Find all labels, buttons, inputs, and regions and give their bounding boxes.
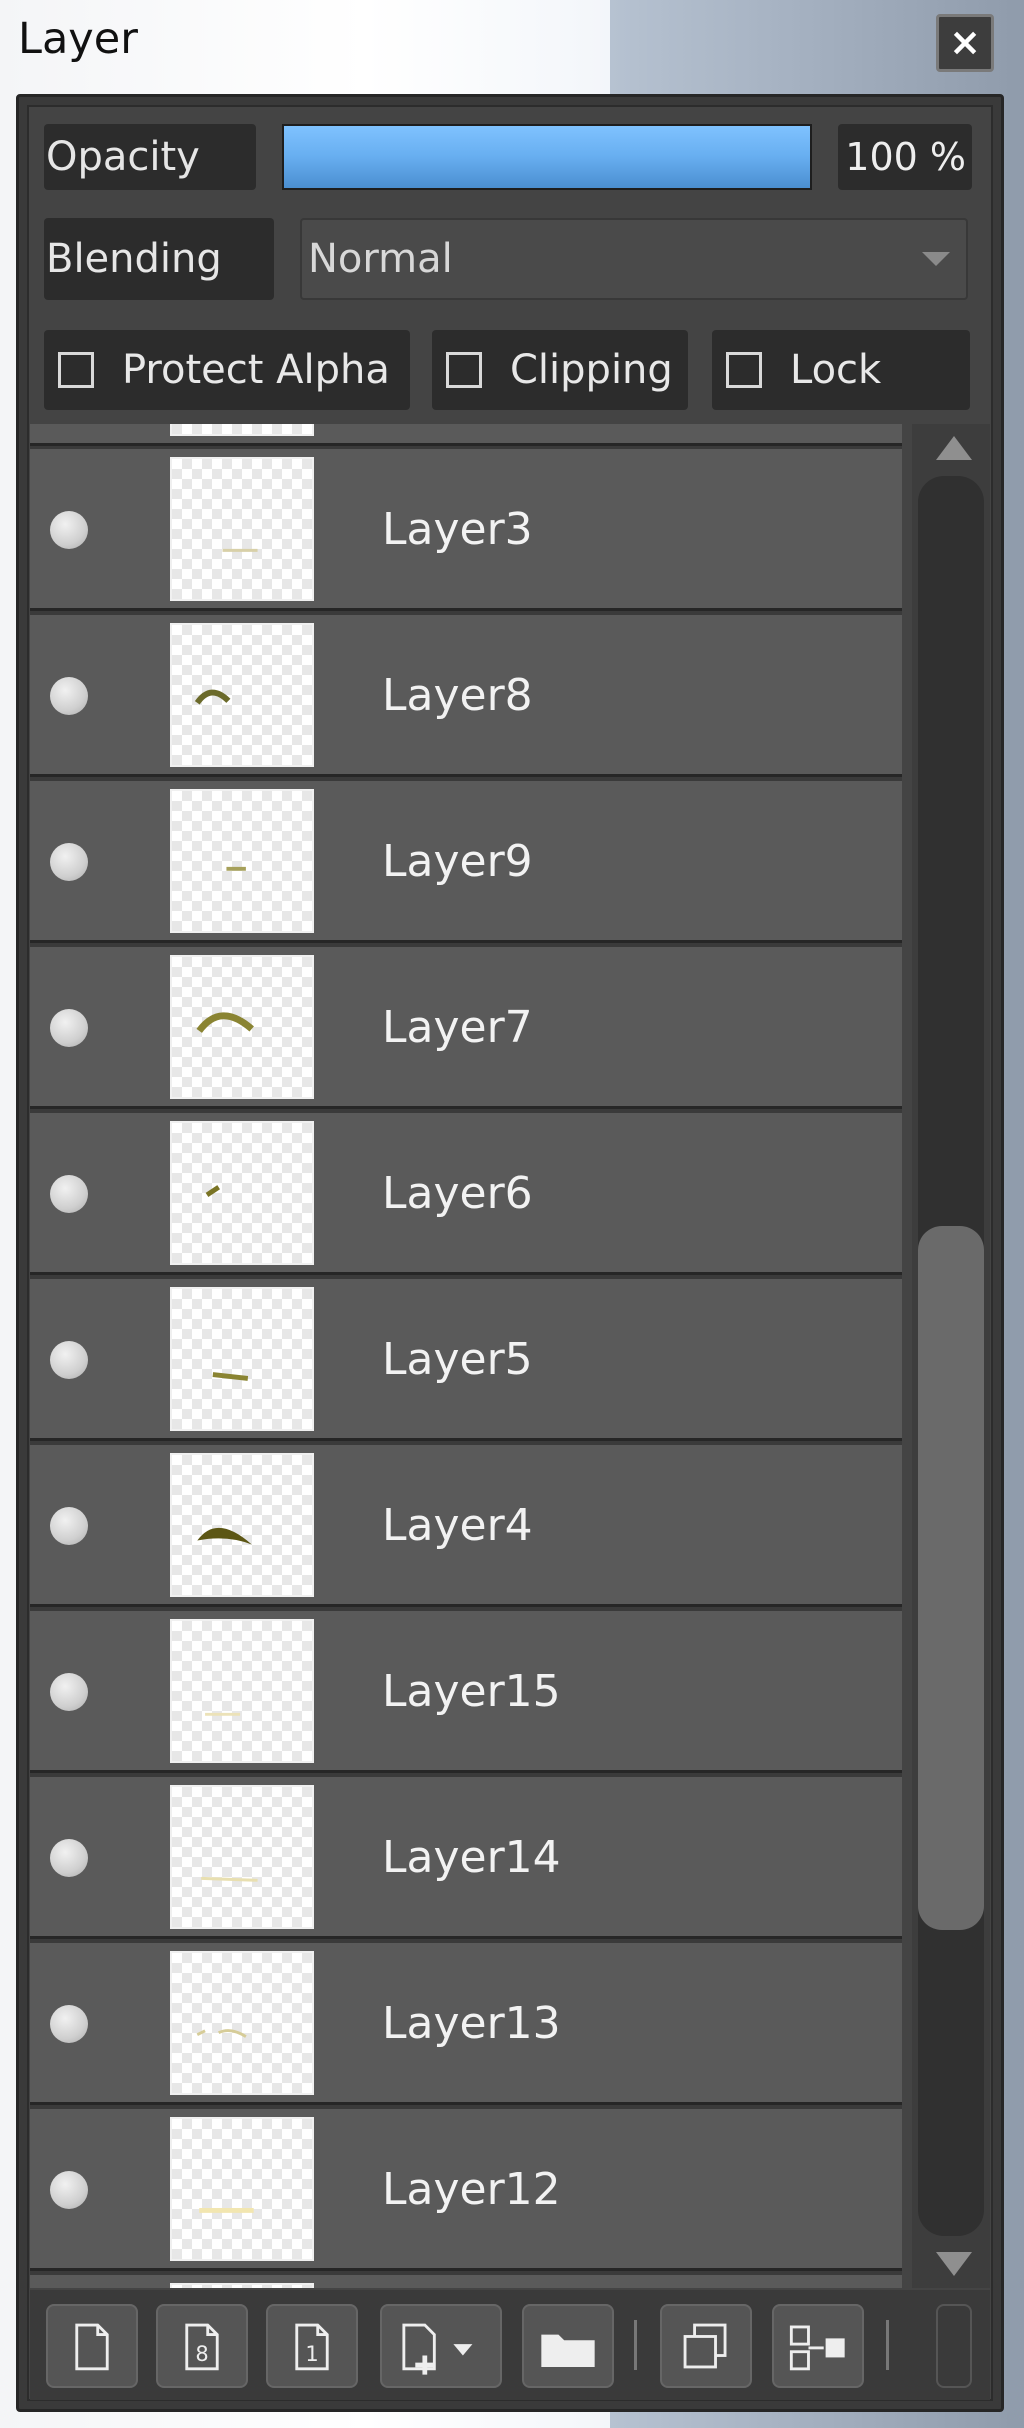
layer-thumbnail <box>170 1453 314 1597</box>
layer-name[interactable]: Layer9 <box>382 781 533 943</box>
blending-select[interactable]: Normal <box>300 218 968 300</box>
window-title: Layer <box>18 14 138 64</box>
new-layer-button[interactable] <box>46 2304 138 2388</box>
folder-icon <box>541 2334 595 2367</box>
layer-row[interactable]: Layer4 <box>30 1445 902 1607</box>
visibility-toggle[interactable] <box>50 1507 88 1545</box>
layer-name[interactable]: Layer8 <box>382 615 533 777</box>
new-8bit-layer-button[interactable]: 8 <box>156 2304 248 2388</box>
new-layer-icon <box>75 2323 109 2371</box>
visibility-toggle[interactable] <box>50 2005 88 2043</box>
layer-name[interactable]: Layer14 <box>382 1777 561 1939</box>
layer-row[interactable]: Layer13 <box>30 1943 902 2105</box>
svg-text:1: 1 <box>305 2342 318 2366</box>
clipping-checkbox[interactable] <box>446 352 482 388</box>
visibility-toggle[interactable] <box>50 677 88 715</box>
clipping-toggle[interactable]: Clipping <box>432 330 688 410</box>
toolbar-separator <box>634 2320 637 2370</box>
layer-row[interactable]: Layer7 <box>30 947 902 1109</box>
protect-alpha-toggle[interactable]: Protect Alpha <box>44 330 410 410</box>
opacity-label: Opacity <box>44 124 256 190</box>
layer-row[interactable]: Layer15 <box>30 1611 902 1773</box>
layer-thumbnail <box>170 424 314 436</box>
layer-thumbnail <box>170 623 314 767</box>
layer-thumbnail <box>170 2283 314 2288</box>
scroll-up-arrow-icon[interactable] <box>936 436 972 460</box>
layer-toolbar: 8 1 <box>30 2290 990 2400</box>
layer-name[interactable]: Layer5 <box>382 1279 533 1441</box>
layer-thumbnail <box>170 1121 314 1265</box>
visibility-toggle[interactable] <box>50 511 88 549</box>
layer-thumbnail <box>170 1619 314 1763</box>
scrollbar-groove[interactable] <box>918 476 984 2236</box>
toolbar-overflow-button[interactable] <box>936 2304 972 2388</box>
layer-name[interactable]: Layer6 <box>382 1113 533 1275</box>
new-1bit-layer-button[interactable]: 1 <box>266 2304 358 2388</box>
opacity-slider[interactable] <box>282 124 812 190</box>
close-button[interactable]: × <box>936 14 994 72</box>
layer-row[interactable]: Layer5 <box>30 1279 902 1441</box>
visibility-toggle[interactable] <box>50 1175 88 1213</box>
layer-thumbnail <box>170 2117 314 2261</box>
opacity-slider-fill <box>284 126 810 188</box>
layer-thumbnail <box>170 457 314 601</box>
visibility-toggle[interactable] <box>50 2171 88 2209</box>
protect-alpha-checkbox[interactable] <box>58 352 94 388</box>
duplicate-layer-icon <box>683 2323 727 2369</box>
lock-toggle[interactable]: Lock <box>712 330 970 410</box>
opacity-value[interactable]: 100 % <box>838 124 972 190</box>
merge-down-icon <box>789 2325 845 2371</box>
visibility-toggle[interactable] <box>50 1839 88 1877</box>
add-layer-menu-button[interactable] <box>380 2304 502 2388</box>
chevron-down-icon <box>922 252 950 266</box>
clipping-label: Clipping <box>510 347 673 393</box>
layer-list[interactable]: Layer3 Layer8 Layer9 Layer7 Layer6 Layer… <box>30 424 902 2288</box>
layer-thumbnail <box>170 1785 314 1929</box>
visibility-toggle[interactable] <box>50 1341 88 1379</box>
new-1bit-layer-icon: 1 <box>295 2323 329 2371</box>
blending-label: Blending <box>44 218 274 300</box>
new-folder-button[interactable] <box>522 2304 614 2388</box>
layer-thumbnail <box>170 1951 314 2095</box>
layer-thumbnail <box>170 1287 314 1431</box>
visibility-toggle[interactable] <box>50 843 88 881</box>
duplicate-layer-button[interactable] <box>660 2304 752 2388</box>
layer-name[interactable]: Layer7 <box>382 947 533 1109</box>
scrollbar-thumb[interactable] <box>918 1226 984 1930</box>
layer-row[interactable]: Layer12 <box>30 2109 902 2271</box>
layer-thumbnail <box>170 789 314 933</box>
layer-name[interactable]: Layer4 <box>382 1445 533 1607</box>
toolbar-separator <box>886 2320 889 2370</box>
layer-list-scrollbar[interactable] <box>912 424 990 2288</box>
visibility-toggle[interactable] <box>50 1009 88 1047</box>
new-8bit-layer-icon: 8 <box>185 2323 219 2371</box>
layer-row[interactable]: Layer6 <box>30 1113 902 1275</box>
blending-select-value: Normal <box>308 236 453 282</box>
merge-down-button[interactable] <box>772 2304 864 2388</box>
layer-row[interactable]: Layer3 <box>30 449 902 611</box>
layer-thumbnail <box>170 955 314 1099</box>
layer-name[interactable]: Layer12 <box>382 2109 561 2271</box>
layer-row[interactable]: Layer9 <box>30 781 902 943</box>
scroll-down-arrow-icon[interactable] <box>936 2252 972 2276</box>
visibility-toggle[interactable] <box>50 1673 88 1711</box>
layer-name[interactable]: Layer15 <box>382 1611 561 1773</box>
layer-name[interactable]: Layer13 <box>382 1943 561 2105</box>
layer-row-partial-bottom[interactable] <box>30 2275 902 2288</box>
layer-row[interactable]: Layer14 <box>30 1777 902 1939</box>
lock-label: Lock <box>790 347 882 393</box>
layer-row[interactable]: Layer8 <box>30 615 902 777</box>
layer-row-partial-top[interactable] <box>30 424 902 446</box>
layer-name[interactable]: Layer3 <box>382 449 533 611</box>
add-layer-menu-icon <box>402 2323 473 2375</box>
lock-checkbox[interactable] <box>726 352 762 388</box>
svg-text:8: 8 <box>195 2342 208 2366</box>
protect-alpha-label: Protect Alpha <box>122 347 390 393</box>
